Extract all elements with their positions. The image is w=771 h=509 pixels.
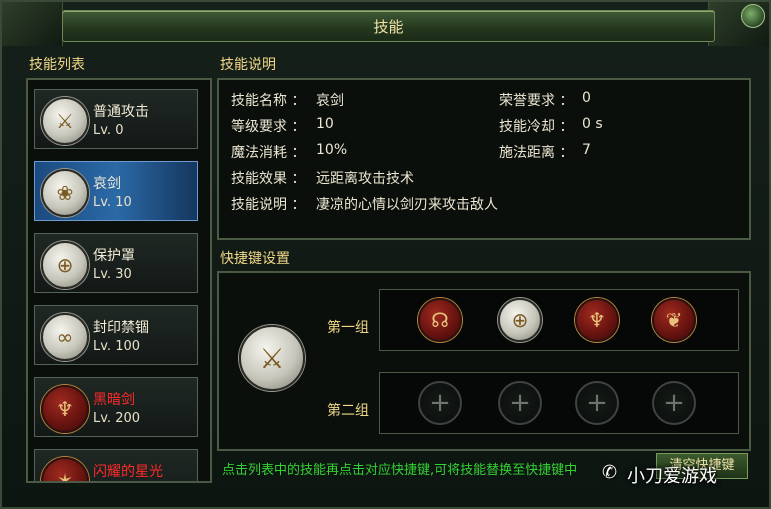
hotkey-group-1: ☊ ⊕ ♆ ❦ (379, 289, 739, 351)
range-value: 7 (582, 142, 591, 158)
skill-item-dark-sword[interactable]: ♆ 黑暗剑 Lv. 200 (34, 377, 198, 437)
lotus-icon: ❀ (41, 169, 89, 217)
skill-item-shield[interactable]: ⊕ 保护罩 Lv. 30 (34, 233, 198, 293)
skill-level: Lv. 10 (93, 195, 132, 210)
shield-globe-icon: ⊕ (41, 241, 89, 289)
skill-list-panel[interactable]: ⚔ 普通攻击 Lv. 0 ❀ 哀剑 Lv. 10 ⊕ 保护罩 Lv. 30 ∞ … (26, 78, 212, 483)
skill-name: 哀剑 (93, 176, 121, 192)
star-icon: ✶ (41, 457, 89, 481)
desc-value: 凄凉的心情以剑刃来攻击敌人 (316, 197, 498, 213)
range-label: 施法距离 ： (499, 145, 574, 161)
empty-slot-plus-icon[interactable]: + (652, 381, 696, 425)
skill-window: 技能 技能列表 ⚔ 普通攻击 Lv. 0 ❀ 哀剑 Lv. 10 ⊕ 保护罩 L… (0, 0, 771, 509)
skill-name: 保护罩 (93, 248, 135, 264)
window-title: 技能 (373, 18, 404, 36)
level-label: 等级要求 ： (231, 119, 306, 135)
description-header: 技能说明 (220, 57, 276, 73)
hotkey-panel: ⚔ 第一组 ☊ ⊕ ♆ ❦ 第二组 + + + + (217, 271, 751, 451)
effect-label: 技能效果 ： (231, 171, 306, 187)
hotkey-group-2: + + + + (379, 372, 739, 434)
dragon-icon: ♆ (41, 385, 89, 433)
chain-icon: ∞ (41, 313, 89, 361)
skill-level: Lv. 200 (93, 411, 141, 426)
window-corner-right (708, 2, 769, 46)
watermark: 小刀爱游戏 (627, 466, 717, 487)
mana-label: 魔法消耗 ： (231, 145, 306, 161)
skill-item-seal[interactable]: ∞ 封印禁锢 Lv. 100 (34, 305, 198, 365)
twin-dragon-icon[interactable]: ❦ (652, 298, 696, 342)
skill-level: Lv. 30 (93, 267, 132, 282)
mana-value: 10% (316, 142, 348, 158)
selected-skill-sword-icon[interactable]: ⚔ (239, 325, 305, 391)
name-label: 技能名称 ： (231, 93, 306, 109)
effect-value: 远距离攻击技术 (316, 171, 414, 187)
hotkey-hint: 点击列表中的技能再点击对应快捷键,可将技能替换至快捷键中 (222, 463, 578, 478)
sword-icon: ⚔ (41, 97, 89, 145)
hotkey-header: 快捷键设置 (220, 251, 290, 267)
honor-label: 荣誉要求 ： (499, 93, 574, 109)
mask-icon[interactable]: ☊ (418, 298, 462, 342)
honor-value: 0 (582, 90, 591, 106)
title-bar: 技能 (62, 10, 715, 42)
skill-name: 封印禁锢 (93, 320, 149, 336)
cooldown-value: 0 s (582, 116, 603, 132)
name-value: 哀剑 (316, 93, 344, 109)
skill-level: Lv. 100 (93, 339, 141, 354)
desc-label: 技能说明 ： (231, 197, 306, 213)
wechat-icon: ✆ (602, 462, 618, 483)
group2-label: 第二组 (327, 403, 369, 419)
level-value: 10 (316, 116, 334, 132)
skill-list-header: 技能列表 (29, 57, 85, 73)
skill-name: 普通攻击 (93, 104, 149, 120)
shield-globe-icon[interactable]: ⊕ (498, 298, 542, 342)
cooldown-label: 技能冷却 ： (499, 119, 574, 135)
empty-slot-plus-icon[interactable]: + (418, 381, 462, 425)
description-panel: 技能名称 ： 哀剑 荣誉要求 ： 0 等级要求 ： 10 技能冷却 ： 0 s … (217, 78, 751, 240)
dragon-icon[interactable]: ♆ (575, 298, 619, 342)
empty-slot-plus-icon[interactable]: + (498, 381, 542, 425)
skill-item-starlight[interactable]: ✶ 闪耀的星光 (34, 449, 198, 481)
empty-slot-plus-icon[interactable]: + (575, 381, 619, 425)
skill-name: 黑暗剑 (93, 392, 135, 408)
close-icon[interactable] (741, 4, 765, 28)
skill-name: 闪耀的星光 (93, 464, 163, 480)
skill-item-normal-attack[interactable]: ⚔ 普通攻击 Lv. 0 (34, 89, 198, 149)
skill-item-ai-jian[interactable]: ❀ 哀剑 Lv. 10 (34, 161, 198, 221)
group1-label: 第一组 (327, 320, 369, 336)
skill-level: Lv. 0 (93, 123, 124, 138)
window-corner-left (2, 2, 63, 46)
